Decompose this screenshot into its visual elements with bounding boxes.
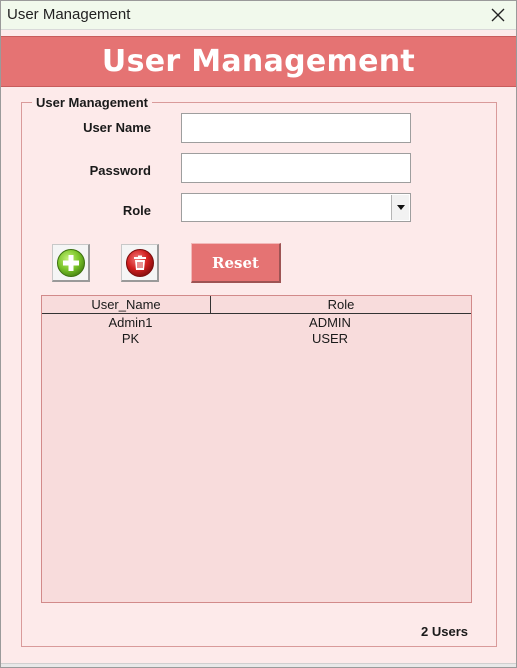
list-item[interactable]: PK USER (42, 331, 471, 347)
password-label: Password (89, 163, 151, 178)
role-cell: ADMIN (309, 315, 351, 330)
header-banner: User Management (1, 36, 516, 87)
banner-title: User Management (101, 44, 416, 79)
list-header: User_Name Role (42, 296, 471, 314)
password-input[interactable] (181, 153, 411, 183)
username-label: User Name (83, 120, 151, 135)
column-header-role[interactable]: Role (211, 296, 471, 313)
title-bar: User Management (1, 1, 516, 30)
column-header-user-name[interactable]: User_Name (42, 296, 211, 313)
user-name-cell: PK (121, 331, 140, 346)
user-name-cell: Admin1 (108, 315, 153, 330)
add-icon (56, 248, 85, 277)
role-dropdown-button[interactable] (391, 195, 409, 220)
close-icon (491, 8, 505, 22)
user-management-window: User Management User Management User Man… (0, 0, 517, 668)
group-title: User Management (32, 95, 152, 110)
window-title: User Management (7, 6, 131, 23)
chevron-down-icon (396, 204, 405, 210)
role-select[interactable] (181, 193, 411, 222)
list-item[interactable]: Admin1 ADMIN (42, 315, 471, 331)
delete-icon (125, 248, 154, 277)
user-count-status: 2 Users (421, 624, 468, 639)
users-list[interactable]: User_Name Role Admin1 ADMIN PK USER (41, 295, 472, 603)
delete-user-button[interactable] (121, 244, 159, 282)
window-bottom-edge (1, 663, 516, 667)
role-cell: USER (311, 331, 349, 346)
close-button[interactable] (486, 3, 510, 27)
username-input[interactable] (181, 113, 411, 143)
list-rows: Admin1 ADMIN PK USER (42, 315, 471, 347)
reset-button[interactable]: Reset (191, 243, 281, 283)
role-label: Role (122, 203, 151, 218)
add-user-button[interactable] (52, 244, 90, 282)
